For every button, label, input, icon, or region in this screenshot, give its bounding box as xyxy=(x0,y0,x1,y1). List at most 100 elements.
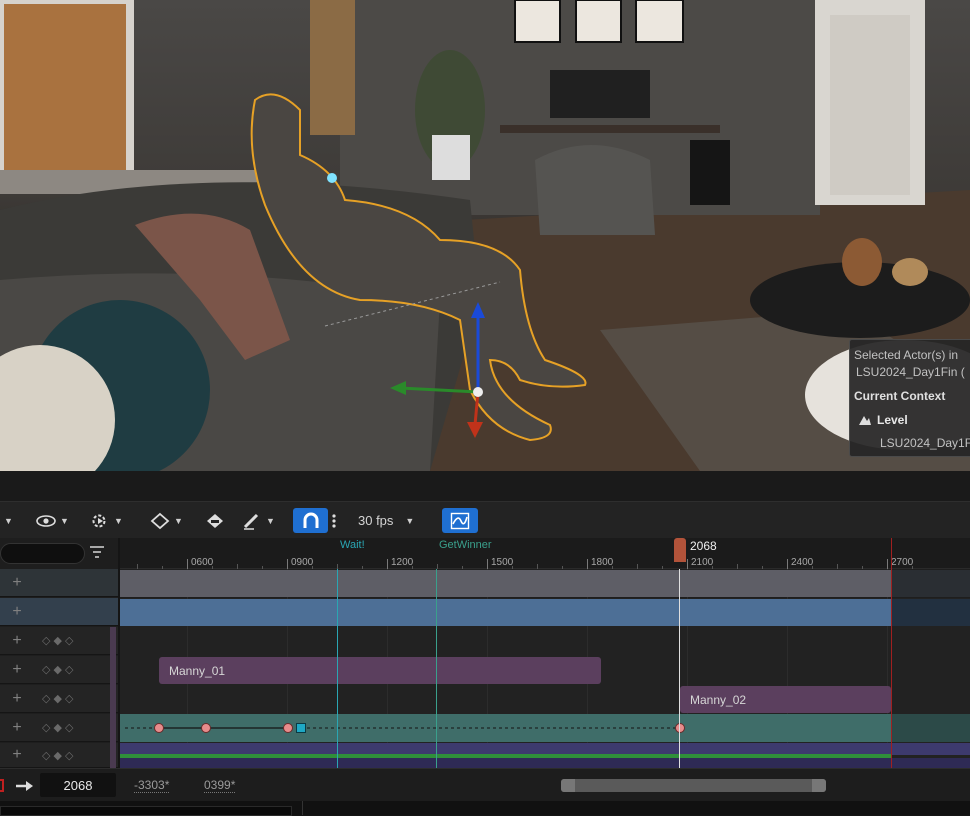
keyframe[interactable] xyxy=(283,723,293,733)
curve-editor-button[interactable] xyxy=(442,508,478,533)
ruler-major-tick xyxy=(287,559,288,569)
key-options-button[interactable]: ▼ xyxy=(150,508,183,533)
eye-icon xyxy=(36,514,56,527)
track-area[interactable]: Manny_01 Manny_02 xyxy=(120,538,970,768)
ruler-major-tick xyxy=(487,559,488,569)
filter-icon[interactable] xyxy=(89,544,105,560)
track-outliner: + + + ◇ ◆ ◇ + ◇ ◆ ◇ + ◇ ◆ ◇ + ◇ ◆ ◇ + ◇ ◆ ◇ xyxy=(0,538,118,768)
arrow-right-icon[interactable] xyxy=(14,778,34,794)
scene-render xyxy=(0,0,970,471)
section-bar-camera-out xyxy=(891,599,970,626)
key-nav-icons[interactable]: ◇ ◆ ◇ xyxy=(42,721,74,734)
curve-editor-icon xyxy=(450,512,470,529)
key-nav-icons[interactable]: ◇ ◆ ◇ xyxy=(42,749,74,762)
ruler-major-tick xyxy=(387,559,388,569)
timeline-bottom-bar: 2068 -3303* 0399* xyxy=(0,768,970,801)
track-row-header[interactable]: + ◇ ◆ ◇ xyxy=(0,627,118,655)
gear-play-icon xyxy=(92,514,106,527)
key-nav-icons[interactable]: ◇ ◆ ◇ xyxy=(42,634,74,647)
search-input[interactable] xyxy=(0,543,85,564)
sequencer-toolbar: ▼ ▼ ▼ ▼ ▼ 30 fps ▼ xyxy=(0,501,970,538)
level-icon xyxy=(859,416,871,425)
ruler-tick-label: 2400 xyxy=(791,557,814,568)
playhead-line[interactable] xyxy=(679,569,680,768)
record-icon[interactable] xyxy=(0,779,4,792)
divider xyxy=(302,801,303,815)
partial-dropdown[interactable]: ▼ xyxy=(0,508,13,533)
scrollbar-handle-right[interactable] xyxy=(812,779,826,792)
view-start-field[interactable]: -3303* xyxy=(134,778,170,793)
track-row-header[interactable]: + ◇ ◆ ◇ xyxy=(0,685,118,713)
add-icon[interactable]: + xyxy=(0,690,34,708)
chevron-down-icon: ▼ xyxy=(60,515,69,526)
key-diamond-icon xyxy=(150,512,170,529)
view-end-field[interactable]: 0399* xyxy=(204,778,236,793)
ruler-tick-label: 1500 xyxy=(491,557,514,568)
auto-key-button[interactable] xyxy=(205,508,225,533)
marker-label[interactable]: Wait! xyxy=(340,539,365,551)
end-range-line[interactable] xyxy=(891,538,892,768)
add-icon[interactable]: + xyxy=(0,574,34,592)
playhead-handle[interactable] xyxy=(674,538,686,562)
timeline-scrollbar[interactable] xyxy=(561,779,826,792)
level-viewport[interactable]: Selected Actor(s) in LSU2024_Day1Fin ( C… xyxy=(0,0,970,471)
section-manny-01[interactable]: Manny_01 xyxy=(159,657,601,684)
chevron-down-icon: ▼ xyxy=(114,515,123,526)
scrollbar-handle-left[interactable] xyxy=(561,779,575,792)
section-label: Manny_01 xyxy=(169,663,226,678)
ruler-tick-label: 2700 xyxy=(891,557,914,568)
track-row-header[interactable]: + ◇ ◆ ◇ xyxy=(0,656,118,684)
level-row[interactable]: Level xyxy=(858,413,908,427)
add-icon[interactable]: + xyxy=(0,632,34,650)
selected-actors-text: Selected Actor(s) in xyxy=(854,348,959,362)
key-nav-icons[interactable]: ◇ ◆ ◇ xyxy=(42,692,74,705)
keyframe[interactable] xyxy=(201,723,211,733)
time-ruler[interactable]: Wait! GetWinner 2068 0600 0900 1200 1500 180… xyxy=(120,538,970,569)
marker-line-wait xyxy=(337,569,338,768)
current-context-panel: Selected Actor(s) in LSU2024_Day1Fin ( C… xyxy=(849,339,970,457)
ruler-major-tick xyxy=(687,559,688,569)
subtrack-purple xyxy=(120,758,970,768)
keyframe-selected[interactable] xyxy=(296,723,306,733)
add-icon[interactable]: + xyxy=(0,719,34,737)
track-color-strip xyxy=(110,627,116,768)
track-row-header[interactable]: + ◇ ◆ ◇ xyxy=(0,743,118,768)
section-bar-camera[interactable] xyxy=(120,599,891,626)
marker-label[interactable]: GetWinner xyxy=(439,539,492,551)
chevron-down-icon: ▼ xyxy=(405,515,415,526)
ruler-tick-label: 0600 xyxy=(191,557,214,568)
paint-bucket-icon xyxy=(207,513,223,528)
status-strip xyxy=(0,801,970,816)
ruler-tick-label: 0900 xyxy=(291,557,314,568)
current-frame-field[interactable]: 2068 xyxy=(40,773,116,797)
frame-rate-dropdown[interactable]: 30 fps ▼ xyxy=(358,508,414,533)
keyframe[interactable] xyxy=(154,723,164,733)
ruler-major-tick xyxy=(887,559,888,569)
view-options-button[interactable]: ▼ xyxy=(36,508,69,533)
level-value: LSU2024_Day1F xyxy=(880,436,970,450)
chevron-down-icon: ▼ xyxy=(4,515,13,526)
section-bar-folder-out xyxy=(891,570,970,597)
marker-line-getwinner xyxy=(436,569,437,768)
playback-options-button[interactable]: ▼ xyxy=(90,508,123,533)
level-name-line: LSU2024_Day1Fin ( xyxy=(856,365,965,379)
add-icon[interactable]: + xyxy=(0,746,34,764)
snap-toggle-button[interactable] xyxy=(293,508,328,533)
add-icon[interactable]: + xyxy=(0,603,34,621)
fps-label: 30 fps xyxy=(358,513,394,528)
key-nav-icons[interactable]: ◇ ◆ ◇ xyxy=(42,663,74,676)
snap-options-button[interactable] xyxy=(330,508,338,533)
section-label: Manny_02 xyxy=(690,692,747,707)
current-context-heading: Current Context xyxy=(854,389,946,403)
section-manny-02[interactable]: Manny_02 xyxy=(680,686,891,713)
track-row-header[interactable]: + ◇ ◆ ◇ xyxy=(0,714,118,742)
pencil-icon xyxy=(243,513,259,530)
current-frame-label: 2068 xyxy=(690,539,717,553)
section-bar-folder[interactable] xyxy=(120,570,891,597)
add-icon[interactable]: + xyxy=(0,661,34,679)
track-row-header[interactable]: + xyxy=(0,569,118,597)
ruler-major-tick xyxy=(187,559,188,569)
track-row-header[interactable]: + xyxy=(0,598,118,626)
edit-mode-button[interactable]: ▼ xyxy=(242,508,275,533)
keyframe[interactable] xyxy=(675,723,685,733)
